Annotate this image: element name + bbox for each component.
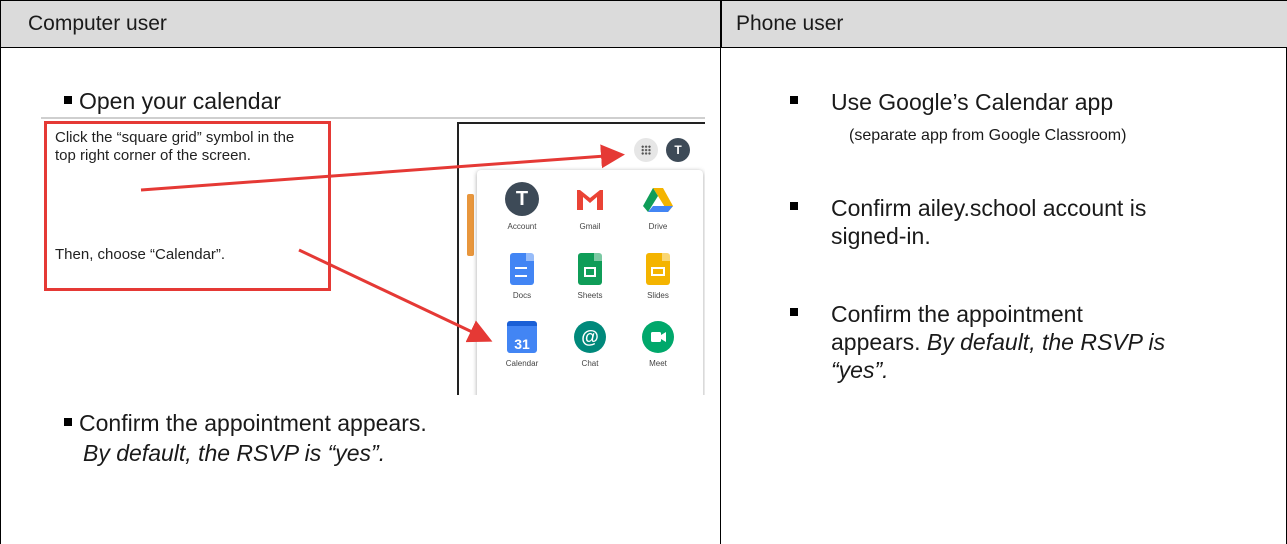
bullet-open-calendar-text: Open your calendar — [79, 88, 282, 114]
launcher-screenshot: Click the “square grid” symbol in the to… — [41, 117, 705, 395]
phone-item-confirm-account-line2: signed-in. — [831, 223, 931, 249]
phone-item-confirm-account: Confirm ailey.school account is signed-i… — [831, 194, 1146, 250]
rsvp-yes-italic: “yes”. — [831, 357, 889, 383]
bullet-open-calendar: Open your calendar — [64, 87, 281, 115]
header-phone-user: Phone user — [721, 0, 1287, 48]
phone-item-confirm-account-line1: Confirm ailey.school account is — [831, 195, 1147, 221]
phone-item-calendar-app-note: (separate app from Google Classroom) — [849, 127, 1127, 144]
bullet-square-icon — [790, 308, 798, 316]
annotation-arrows — [140, 144, 625, 343]
bullet-confirm-text: Confirm the appointment appears. — [79, 410, 427, 436]
rsvp-default-italic: By default, the RSVP is — [926, 329, 1166, 355]
phone-item-confirm-appointment-line1: Confirm the appointment — [831, 301, 1083, 327]
arrow-to-grid-icon — [140, 144, 625, 192]
bullet-square-icon — [64, 95, 72, 104]
bullet-confirm-appointment: Confirm the appointment appears. — [64, 409, 427, 437]
appears-text: appears. — [831, 329, 927, 355]
phone-item-calendar-app: Use Google’s Calendar app — [831, 89, 1114, 115]
phone-item-confirm-appointment: Confirm the appointment appears. By defa… — [831, 300, 1165, 384]
rsvp-default-note: By default, the RSVP is “yes”. — [83, 440, 386, 466]
bullet-square-icon — [64, 417, 72, 426]
phone-item-confirm-appointment-line2: appears. By default, the RSVP is — [831, 328, 1165, 356]
arrow-to-calendar-icon — [298, 248, 493, 343]
instruction-table: Computer user Phone user Open your calen… — [0, 0, 1287, 544]
bullet-square-icon — [790, 202, 798, 210]
column-divider — [720, 0, 721, 544]
header-computer-user: Computer user — [1, 0, 721, 48]
bullet-square-icon — [790, 96, 798, 104]
